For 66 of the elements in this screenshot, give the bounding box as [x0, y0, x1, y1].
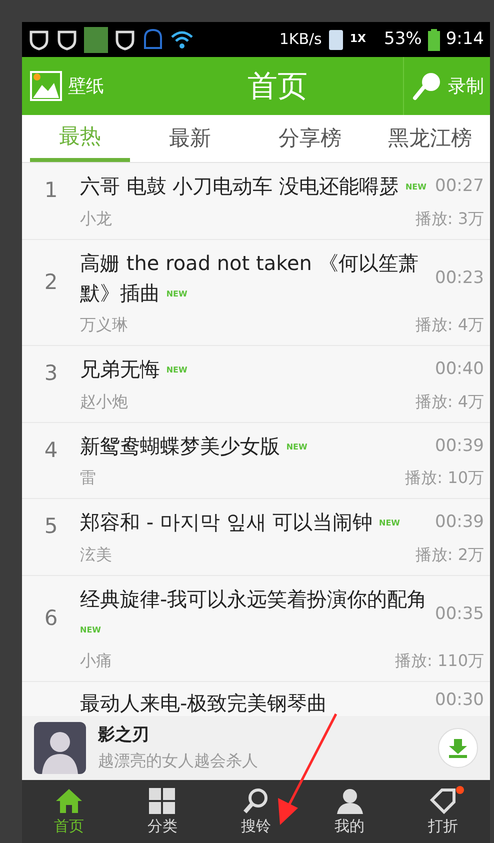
rank-number: 6: [43, 604, 59, 632]
song-duration: 00:39: [435, 511, 485, 534]
play-count: 播放: 4万: [415, 314, 484, 336]
microphone-icon: [412, 71, 442, 101]
play-count: 播放: 2万: [415, 544, 484, 566]
nav-tab[interactable]: 打折: [396, 780, 490, 843]
play-count: 播放: 3万: [415, 208, 484, 230]
nav-tab[interactable]: 首页: [22, 780, 116, 843]
ad-title: 影之刃: [98, 724, 150, 748]
network-speed: 1KB/s: [279, 29, 322, 50]
song-title: 高姗 the road not taken 《何以笙萧默》插曲 NEW: [80, 250, 420, 307]
battery-icon: [428, 28, 440, 50]
song-duration: 00:39: [435, 434, 485, 458]
shield-icon: [114, 28, 136, 50]
notification-dot: [456, 786, 464, 794]
ad-subtitle: 越漂亮的女人越会杀人: [98, 750, 259, 772]
download-button[interactable]: [438, 728, 478, 768]
search-icon: [242, 788, 269, 814]
rank-number: 4: [43, 436, 59, 464]
song-title: 经典旋律-我可以永远笑着扮演你的配角 NEW: [80, 586, 428, 636]
tab[interactable]: 黑龙江榜: [370, 115, 490, 162]
song-duration: 00:23: [435, 266, 485, 290]
image-icon: [30, 71, 62, 101]
grid-icon: [149, 788, 176, 814]
nav-tab[interactable]: 我的: [302, 780, 396, 843]
ad-banner[interactable]: 影之刃 越漂亮的女人越会杀人: [22, 716, 490, 780]
home-icon: [54, 788, 83, 814]
song-duration: 00:40: [435, 358, 485, 382]
sim-icon: [328, 28, 344, 50]
song-duration: 00:35: [435, 602, 485, 626]
song-title: 六哥 电鼓 小刀电动车 没电还能嘚瑟 NEW: [80, 173, 428, 200]
rank-number: 5: [43, 513, 59, 540]
download-icon: [448, 738, 468, 758]
clock: 9:14: [446, 28, 484, 51]
app-icon: [84, 26, 108, 52]
artist-name: 万义琳: [80, 314, 128, 336]
shield-icon: [28, 28, 50, 50]
rank-number: 2: [43, 268, 59, 296]
play-count: 播放: 10万: [405, 467, 484, 490]
song-duration: 00:30: [435, 689, 484, 712]
artist-name: 小痛: [80, 650, 112, 672]
avatar-icon: [34, 722, 86, 774]
song-title: 最动人来电-极致完美钢琴曲: [80, 690, 328, 716]
artist-name: 小龙: [80, 208, 112, 230]
tab[interactable]: 最新: [130, 115, 250, 162]
page-title: 首页: [246, 68, 308, 106]
tag-icon: [430, 788, 456, 814]
battery-percent: 53%: [384, 28, 422, 51]
rank-number: 1: [43, 177, 59, 204]
person-icon: [336, 788, 363, 814]
wifi-icon: [170, 28, 194, 50]
play-count: 播放: 110万: [394, 650, 484, 672]
artist-name: 赵小炮: [80, 390, 128, 413]
song-duration: 00:27: [435, 175, 485, 198]
artist-name: 雷: [80, 467, 96, 490]
play-count: 播放: 4万: [415, 390, 484, 413]
artist-name: 泫美: [80, 544, 112, 566]
song-title: 郑容和 - 마지막 잎새 可以当闹钟 NEW: [80, 509, 401, 536]
tab[interactable]: 分享榜: [250, 115, 370, 162]
song-title: 兄弟无悔 NEW: [80, 356, 188, 384]
nav-tab[interactable]: 分类: [116, 780, 210, 843]
signal-label: 1X: [350, 31, 366, 48]
rank-number: 3: [43, 360, 59, 388]
shield-icon: [56, 28, 78, 50]
song-title: 新鸳鸯蝴蝶梦美少女版 NEW: [80, 432, 308, 460]
nav-tab[interactable]: 搜铃: [209, 780, 303, 843]
